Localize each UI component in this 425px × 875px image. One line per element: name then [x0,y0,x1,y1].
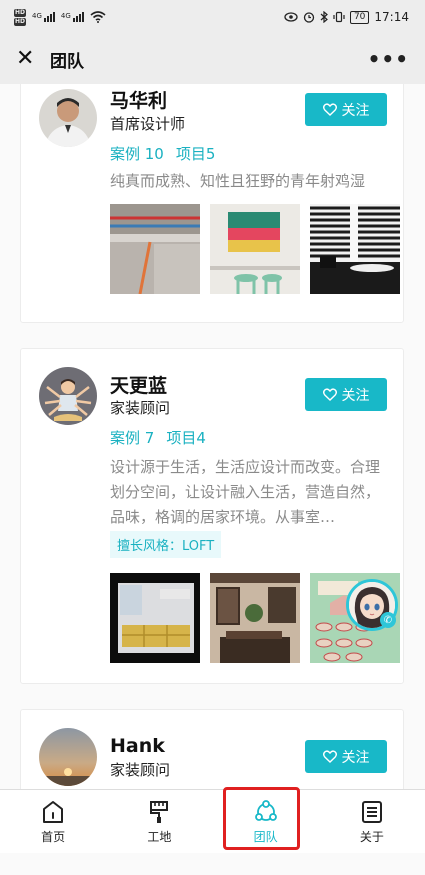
status-left: HD HD 4G 4G [14,8,106,26]
tab-site[interactable]: 工地 [106,790,212,853]
home-indicator-area [0,853,425,875]
designer-list[interactable]: 马华利 首席设计师 关注 案例 10 项目5 纯真而成熟、知性且狂野的青年射鸡湿 [0,84,425,789]
tab-about[interactable]: 关于 [319,790,425,853]
designer-card[interactable]: Hank 家装顾问 关注 [20,709,404,789]
designer-card[interactable]: 天更蓝 家装顾问 关注 案例 7 项目4 设计源于生活，生活应设计而改变。合理划分… [20,348,404,684]
tab-home[interactable]: 首页 [0,790,106,853]
hd-badge: HD [14,8,27,17]
heart-icon [322,388,337,401]
close-icon[interactable]: ✕ [16,48,40,70]
hd-badges: HD HD [14,8,27,26]
designer-intro: 设计源于生活，生活应设计而改变。合理划分空间，让设计融入生活，营造自然，品味，格… [110,458,381,526]
follow-label: 关注 [341,102,370,119]
avatar[interactable] [39,367,97,425]
document-icon [361,801,382,823]
designer-name: 马华利 [110,90,168,112]
vibrate-icon [333,11,345,23]
designer-stats: 案例 7 项目4 [110,427,206,448]
designer-stats: 案例 10 项目5 [110,143,215,164]
designer-role: 首席设计师 [110,115,186,133]
page-title: 团队 [50,51,84,72]
portfolio-thumbnails [110,204,400,294]
designer-card[interactable]: 马华利 首席设计师 关注 案例 10 项目5 纯真而成熟、知性且狂野的青年射鸡湿 [20,84,404,323]
home-icon [43,801,64,823]
eye-icon [284,12,298,22]
hd-badge: HD [14,17,27,26]
follow-label: 关注 [341,387,370,404]
bluetooth-icon [320,11,328,23]
heart-icon [322,750,337,763]
nav-bar: ✕ 团队 ••• [0,34,425,84]
status-right: 70 17:14 [284,10,409,24]
cases-count[interactable]: 案例 7 [110,429,154,447]
battery-indicator: 70 [349,10,370,24]
paint-brush-icon [150,801,169,823]
status-bar: HD HD 4G 4G 70 17:14 [0,0,425,34]
follow-button[interactable]: 关注 [305,740,387,773]
tab-label: 工地 [147,830,172,844]
clock: 17:14 [374,10,409,24]
tab-label: 首页 [41,830,66,844]
designer-name: Hank [110,735,165,757]
designer-name: 天更蓝 [110,375,168,397]
avatar[interactable] [39,728,97,786]
cases-count[interactable]: 案例 10 [110,145,164,163]
follow-button[interactable]: 关注 [305,378,387,411]
tab-team[interactable]: 团队 [213,790,319,853]
designer-intro: 纯真而成熟、知性且狂野的青年射鸡湿 [110,172,366,190]
alarm-icon [303,12,315,23]
portfolio-image[interactable] [210,573,300,663]
more-options-button[interactable]: ••• [368,47,409,71]
bottom-tab-bar: 首页 工地 团队 关于 [0,789,425,853]
team-icon [254,800,277,821]
style-tag: 擅长风格：LOFT [110,531,222,558]
phone-icon: ✆ [380,612,396,628]
projects-count[interactable]: 项目5 [176,145,216,163]
signal-icon: 4G [61,12,84,22]
signal-icon: 4G [32,12,55,22]
designer-role: 家装顾问 [110,399,171,417]
avatar[interactable] [39,89,97,147]
follow-label: 关注 [341,749,370,766]
follow-button[interactable]: 关注 [305,93,387,126]
heart-icon [322,103,337,116]
portfolio-image[interactable] [110,573,200,663]
designer-role: 家装顾问 [110,761,171,779]
wifi-icon [90,11,106,23]
projects-count[interactable]: 项目4 [166,429,206,447]
portfolio-image[interactable] [310,204,400,294]
tab-label: 团队 [253,830,278,844]
tab-label: 关于 [359,830,384,844]
portfolio-image[interactable] [210,204,300,294]
portfolio-image[interactable] [110,204,200,294]
